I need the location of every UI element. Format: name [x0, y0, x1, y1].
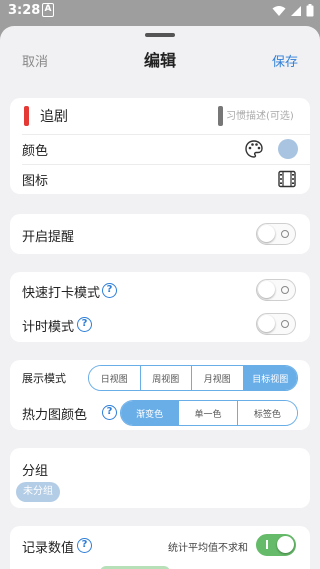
toggle-knob: [258, 315, 275, 332]
quick-checkin-row: 快速打卡模式 ?: [10, 272, 310, 307]
display-mode-segmented: 日视图 周视图 月视图 目标视图: [88, 365, 298, 391]
icon-row[interactable]: 图标: [10, 165, 310, 194]
status-bar: 3:28 A: [0, 0, 320, 22]
reminder-card: 开启提醒: [10, 214, 310, 254]
display-mode-week[interactable]: 周视图: [140, 366, 192, 390]
toggle-on-indicator: [266, 540, 268, 549]
habit-name-input[interactable]: [40, 104, 190, 128]
name-color-bar: [24, 106, 29, 126]
average-toggle[interactable]: [256, 534, 296, 556]
icon-label: 图标: [22, 174, 49, 189]
display-mode-row: 展示模式 日视图 周视图 月视图 目标视图: [10, 360, 310, 394]
quick-checkin-help-icon[interactable]: ?: [102, 283, 117, 298]
toggle-knob: [258, 281, 275, 298]
selected-color-swatch[interactable]: [278, 139, 298, 159]
save-button[interactable]: 保存: [272, 51, 298, 70]
edit-sheet: 取消 编辑 保存 颜色 图标: [0, 26, 320, 569]
group-chip[interactable]: 未分组: [16, 482, 60, 502]
heatmap-color-row: 热力图颜色 ? 渐变色 单一色 标签色: [10, 394, 310, 430]
color-row[interactable]: 颜色: [10, 135, 310, 164]
record-value-label: 记录数值: [22, 541, 75, 556]
display-mode-label: 展示模式: [22, 372, 66, 385]
mode-card: 快速打卡模式 ? 计时模式 ?: [10, 272, 310, 342]
quick-checkin-label: 快速打卡模式: [22, 286, 101, 301]
heatmap-color-gradient[interactable]: 渐变色: [121, 401, 180, 425]
heatmap-color-tag[interactable]: 标签色: [237, 401, 297, 425]
notification-icon: A: [42, 3, 54, 17]
quick-checkin-toggle[interactable]: [256, 279, 296, 301]
heatmap-color-help-icon[interactable]: ?: [102, 405, 117, 420]
toggle-off-indicator: [281, 286, 289, 294]
timer-mode-help-icon[interactable]: ?: [77, 317, 92, 332]
display-mode-month[interactable]: 月视图: [192, 366, 244, 390]
toggle-off-indicator: [281, 230, 289, 238]
signal-icon: [291, 5, 301, 16]
wifi-icon: [272, 5, 286, 16]
display-card: 展示模式 日视图 周视图 月视图 目标视图 热力图颜色 ? 渐变色 单一色 标签…: [10, 360, 310, 430]
display-mode-day[interactable]: 日视图: [89, 366, 141, 390]
battery-icon: [306, 4, 314, 17]
timer-mode-label: 计时模式: [22, 320, 75, 335]
heatmap-color-segmented: 渐变色 单一色 标签色: [120, 400, 298, 426]
toggle-knob: [258, 225, 275, 242]
status-icons: [272, 4, 314, 17]
display-mode-goal[interactable]: 目标视图: [243, 366, 297, 390]
reminder-toggle[interactable]: [256, 223, 296, 245]
palette-icon[interactable]: [244, 139, 264, 159]
toggle-off-indicator: [281, 320, 289, 328]
heatmap-color-single[interactable]: 单一色: [179, 401, 238, 425]
drag-handle[interactable]: [145, 33, 175, 37]
record-value-card: 记录数值 ? 统计平均值不求和: [10, 526, 310, 569]
heatmap-color-label: 热力图颜色: [22, 408, 88, 423]
group-chip-list: 未分组: [10, 474, 310, 504]
color-label: 颜色: [22, 144, 49, 159]
record-value-help-icon[interactable]: ?: [77, 538, 92, 553]
toggle-knob: [277, 536, 294, 553]
timer-mode-row: 计时模式 ?: [10, 307, 310, 342]
reminder-label: 开启提醒: [22, 230, 75, 245]
sheet-header: 取消 编辑 保存: [0, 44, 320, 74]
habit-name-row: [10, 98, 310, 134]
habit-basic-card: 颜色 图标: [10, 98, 310, 194]
timer-mode-toggle[interactable]: [256, 313, 296, 335]
status-time: 3:28: [8, 3, 41, 18]
description-bar: [218, 106, 223, 126]
average-label: 统计平均值不求和: [168, 543, 248, 554]
film-icon[interactable]: [278, 170, 296, 188]
habit-description-input[interactable]: [226, 106, 308, 126]
group-card: 分组 未分组: [10, 448, 310, 508]
